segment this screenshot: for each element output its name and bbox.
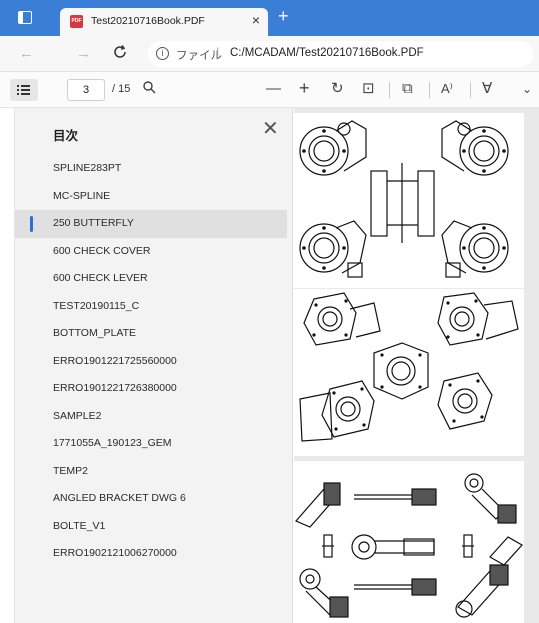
zoom-out-icon[interactable]: — bbox=[266, 80, 281, 98]
draw-options-chevron-icon[interactable]: ⌄ bbox=[522, 80, 532, 98]
pdf-file-icon: PDF bbox=[70, 15, 83, 28]
toc-item[interactable]: BOLTE_V1 bbox=[15, 513, 292, 541]
refresh-icon[interactable] bbox=[112, 44, 128, 65]
toc-item[interactable]: SAMPLE2 bbox=[15, 403, 292, 431]
toc-title: 目次 bbox=[53, 129, 79, 143]
toc-item[interactable]: ERRO1901221725560000 bbox=[15, 348, 292, 376]
toc-close-icon[interactable]: ✕ bbox=[262, 119, 279, 139]
page-total: / 15 bbox=[112, 83, 131, 95]
toc-item[interactable]: BOTTOM_PLATE bbox=[15, 320, 292, 348]
zoom-in-icon[interactable]: + bbox=[299, 79, 310, 97]
address-url[interactable]: C:/MCADAM/Test20210716Book.PDF bbox=[230, 47, 424, 59]
two-page-view-icon[interactable]: ⧉ bbox=[402, 80, 413, 98]
search-icon[interactable] bbox=[142, 80, 156, 99]
back-arrow-icon[interactable]: ← bbox=[19, 45, 34, 62]
check-lever-drawing bbox=[295, 473, 523, 618]
page-thumbnail-check-lever bbox=[294, 461, 524, 623]
toc-item[interactable]: ERRO1902121006270000 bbox=[15, 540, 292, 568]
toc-item[interactable]: TEMP2 bbox=[15, 458, 292, 486]
toc-item[interactable]: 600 CHECK LEVER bbox=[15, 265, 292, 293]
page-thumbnail-butterfly bbox=[294, 113, 524, 288]
page-thumbnail-check-cover bbox=[294, 289, 524, 456]
tab-strip: PDF Test20210716Book.PDF × + bbox=[0, 0, 539, 36]
pdf-toolbar: 3 / 15 — + ↻ ⊡ ⧉ A⁾ ∀ ⌄ bbox=[0, 72, 539, 108]
sidebar-edge bbox=[0, 108, 15, 623]
fit-to-page-icon[interactable]: ⊡ bbox=[362, 80, 375, 98]
toc-sidebar: 目次 ✕ SPLINE283PT MC-SPLINE 250 BUTTERFLY 60… bbox=[15, 108, 293, 623]
toc-item[interactable]: ANGLED BRACKET DWG 6 bbox=[15, 485, 292, 513]
toolbar-divider bbox=[429, 82, 430, 98]
tab-active[interactable]: PDF Test20210716Book.PDF × bbox=[60, 8, 268, 36]
butterfly-valve-drawing bbox=[299, 120, 509, 278]
tab-title: Test20210716Book.PDF bbox=[91, 15, 205, 27]
toc-item[interactable]: SPLINE283PT bbox=[15, 155, 292, 183]
address-separator: | bbox=[216, 45, 220, 60]
toc-item[interactable]: 1771055A_190123_GEM bbox=[15, 430, 292, 458]
toolbar-divider bbox=[470, 82, 471, 98]
rotate-icon[interactable]: ↻ bbox=[331, 80, 344, 98]
draw-icon[interactable]: ∀ bbox=[482, 80, 492, 98]
read-aloud-icon[interactable]: A⁾ bbox=[441, 80, 453, 98]
table-of-contents-icon[interactable] bbox=[10, 79, 38, 101]
toc-item[interactable]: ERRO1901221726380000 bbox=[15, 375, 292, 403]
address-bar[interactable]: i ファイル | C:/MCADAM/Test20210716Book.PDF bbox=[148, 41, 533, 67]
tab-close-icon[interactable]: × bbox=[252, 12, 260, 28]
forward-arrow-icon[interactable]: → bbox=[76, 45, 91, 62]
check-cover-drawing bbox=[299, 292, 519, 442]
toc-item[interactable]: MC-SPLINE bbox=[15, 183, 292, 211]
toc-list: SPLINE283PT MC-SPLINE 250 BUTTERFLY 600 CHE… bbox=[15, 155, 292, 568]
document-viewer[interactable] bbox=[294, 108, 539, 623]
new-tab-icon[interactable]: + bbox=[278, 7, 289, 25]
info-icon[interactable]: i bbox=[156, 47, 169, 60]
page-number-input[interactable]: 3 bbox=[67, 79, 105, 101]
toc-item[interactable]: 250 BUTTERFLY bbox=[15, 210, 287, 238]
navigation-bar: ← → i ファイル | C:/MCADAM/Test20210716Book.… bbox=[0, 36, 539, 72]
toolbar-divider bbox=[389, 82, 390, 98]
window-menu-icon[interactable] bbox=[18, 11, 32, 24]
toc-item[interactable]: TEST20190115_C bbox=[15, 293, 292, 321]
toc-item[interactable]: 600 CHECK COVER bbox=[15, 238, 292, 266]
